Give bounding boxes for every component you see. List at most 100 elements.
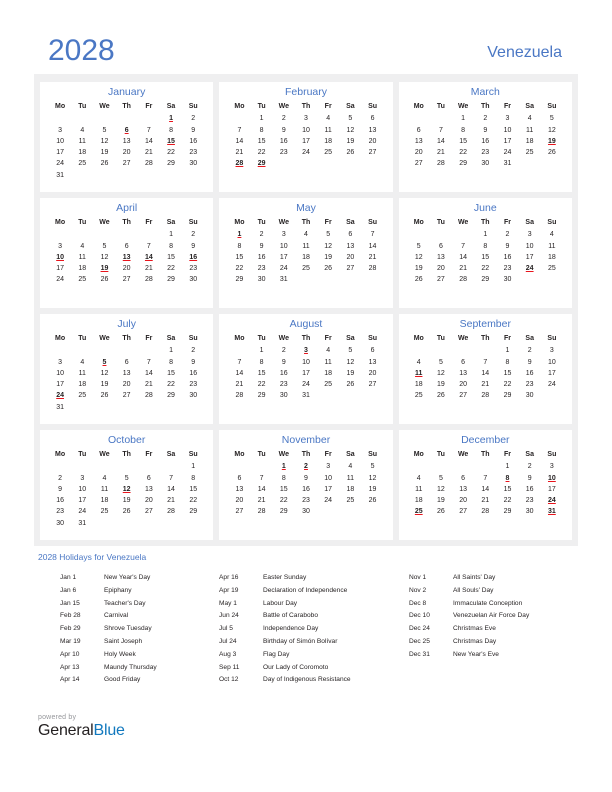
day-cell: 30	[525, 392, 534, 400]
day-cell: 25	[324, 149, 333, 157]
day-cell-empty	[138, 170, 160, 181]
week-row: 13 14 15 16 17 18 19	[228, 484, 383, 495]
week-row: 1 2 3	[408, 345, 563, 356]
day-cell: 4	[348, 463, 353, 471]
day-cell: 19	[346, 137, 355, 145]
day-cell: 18	[547, 253, 556, 261]
day-cell: 17	[56, 149, 64, 157]
day-cell: 24	[279, 265, 288, 273]
day-cell: 5	[102, 126, 107, 134]
day-cell: 15	[257, 137, 266, 145]
holiday-list-item: Apr 10 Holy Week	[60, 649, 219, 662]
weekday-header-we: We	[457, 451, 469, 459]
day-cell: 8	[169, 126, 173, 134]
holiday-list-item: Sep 11 Our Lady of Coromoto	[219, 661, 409, 674]
month-name: February	[284, 86, 327, 98]
weekday-header-su: Su	[547, 335, 557, 343]
day-cell: 12	[324, 242, 333, 250]
day-cell-empty	[116, 461, 138, 472]
month-card-april: April Mo Tu We Th Fr Sa Su 1 2 3 4 5 6 7 8 9 10 11 12 13 14 15…	[40, 198, 214, 308]
day-cell: 15	[503, 369, 512, 377]
day-cell: 25	[302, 265, 310, 273]
week-row: 31	[49, 170, 204, 181]
day-cell: 30	[481, 160, 490, 168]
holiday-name: Declaration of Independence	[263, 586, 348, 594]
weekday-header-mo: Mo	[234, 103, 245, 111]
weekday-header-row: Mo Tu We Th Fr Sa Su	[408, 334, 563, 345]
weekday-header-row: Mo Tu We Th Fr Sa Su	[228, 102, 383, 113]
generalblue-logo[interactable]: GeneralBlue	[38, 723, 125, 739]
holiday-list-item: Apr 19 Declaration of Independence	[219, 585, 409, 598]
day-cell: 18	[78, 265, 87, 273]
day-cell: 12	[100, 369, 109, 377]
weekday-header-mo: Mo	[413, 335, 424, 343]
week-row: 4 5 6 7 8 9 10	[408, 473, 563, 484]
day-cell: 28	[235, 392, 244, 400]
day-cell: 27	[368, 149, 377, 157]
weekday-header-th: Th	[481, 219, 490, 227]
weekday-header-tu: Tu	[436, 103, 445, 111]
day-cell: 6	[370, 347, 375, 355]
day-cell-empty	[93, 113, 115, 124]
day-cell: 4	[527, 115, 532, 123]
day-cell: 24	[547, 381, 556, 389]
day-cell: 9	[281, 358, 286, 366]
day-cell-holiday: 25	[414, 508, 423, 516]
day-cell: 26	[100, 276, 109, 284]
day-cell: 19	[324, 253, 333, 261]
day-cell: 1	[191, 463, 196, 471]
week-row: 1 2 3 4 5	[408, 113, 563, 124]
day-cell: 23	[279, 381, 288, 389]
week-row: 17 18 19 20 21 22 23	[49, 379, 204, 390]
day-cell: 17	[503, 137, 512, 145]
month-table: Mo Tu We Th Fr Sa Su 1 2 3 4 5 6 7 8 9 10 11 12 13 14 15 16 17 1…	[228, 450, 383, 518]
weekday-header-tu: Tu	[436, 451, 445, 459]
day-cell: 15	[235, 253, 244, 261]
day-cell: 14	[481, 369, 490, 377]
day-cell: 22	[257, 381, 266, 389]
holiday-date: Mar 19	[60, 638, 81, 645]
day-cell: 25	[78, 160, 87, 168]
day-cell: 2	[483, 115, 488, 123]
holiday-list-item: Dec 8 Immaculate Conception	[409, 598, 578, 611]
day-cell: 31	[302, 392, 310, 400]
holiday-name: New Year's Day	[104, 574, 151, 582]
weekday-header-tu: Tu	[436, 219, 445, 227]
day-cell-holiday: 1	[237, 231, 242, 239]
day-cell-holiday: 29	[257, 160, 266, 168]
day-cell: 9	[191, 242, 196, 250]
day-cell: 27	[346, 265, 355, 273]
day-cell: 17	[279, 253, 288, 261]
day-cell: 29	[257, 392, 266, 400]
week-row: 16 17 18 19 20 21 22	[49, 495, 204, 506]
day-cell-empty	[361, 158, 383, 169]
day-cell: 29	[235, 276, 244, 284]
holiday-list-item: Oct 12 Day of Indigenous Resistance	[219, 674, 409, 687]
weekday-header-sa: Sa	[346, 219, 355, 227]
day-cell: 17	[525, 253, 534, 261]
week-row: 5 6 7 8 9 10 11	[408, 241, 563, 252]
day-cell: 2	[527, 463, 532, 471]
page-header: 2028 Venezuela	[0, 0, 612, 74]
weekday-header-su: Su	[547, 103, 557, 111]
day-cell: 14	[459, 253, 468, 261]
weekday-header-tu: Tu	[78, 451, 87, 459]
holiday-name: Christmas Day	[453, 638, 497, 645]
day-cell: 3	[505, 115, 510, 123]
weekday-header-th: Th	[301, 219, 311, 227]
weekday-header-sa: Sa	[346, 103, 355, 111]
day-cell-empty	[317, 274, 339, 285]
day-cell: 30	[302, 508, 310, 516]
day-cell: 28	[144, 392, 153, 400]
holiday-date: Dec 31	[409, 650, 430, 658]
day-cell-empty	[49, 345, 71, 356]
day-cell: 10	[78, 485, 87, 493]
weekday-header-su: Su	[188, 335, 198, 343]
holiday-list-item: Jan 6 Epiphany	[60, 585, 219, 598]
day-cell-holiday: 2	[304, 463, 308, 471]
weekday-header-th: Th	[301, 451, 311, 459]
week-row: 7 8 9 10 11 12 13	[228, 357, 383, 368]
day-cell-empty	[71, 402, 93, 413]
day-cell: 10	[547, 358, 556, 366]
week-row: 9 10 11 12 13 14 15	[49, 484, 204, 495]
